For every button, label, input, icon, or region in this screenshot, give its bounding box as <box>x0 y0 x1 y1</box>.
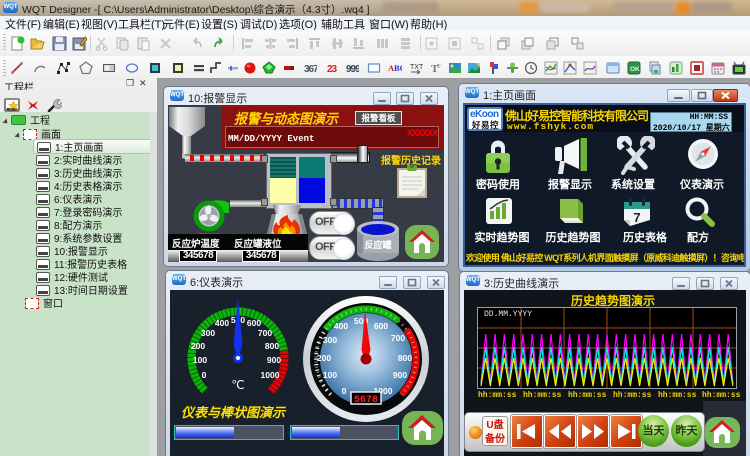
svg-text:900: 900 <box>267 355 281 365</box>
svg-text:200: 200 <box>191 341 205 351</box>
svg-text:600: 600 <box>247 318 261 328</box>
svg-text:OK: OK <box>630 66 640 73</box>
svg-text:367: 367 <box>304 64 317 75</box>
svg-text:5678: 5678 <box>354 395 378 406</box>
svg-text:300: 300 <box>201 328 215 338</box>
svg-text:300: 300 <box>323 335 337 345</box>
svg-text:BC: BC <box>394 63 402 73</box>
svg-text:600: 600 <box>374 321 388 331</box>
svg-text:℃: ℃ <box>231 378 244 392</box>
svg-text:700: 700 <box>258 328 272 338</box>
svg-text:T: T <box>437 64 441 70</box>
svg-text:900: 900 <box>393 370 407 380</box>
svg-text:400: 400 <box>334 321 348 331</box>
svg-text:23: 23 <box>327 64 338 75</box>
svg-text:反应罐: 反应罐 <box>364 239 391 250</box>
svg-text:700: 700 <box>391 333 405 343</box>
svg-text:200: 200 <box>317 353 331 363</box>
svg-text:100: 100 <box>323 370 337 380</box>
svg-text:800: 800 <box>265 341 279 351</box>
svg-text:400: 400 <box>215 318 229 328</box>
svg-text:999: 999 <box>346 64 359 75</box>
svg-text:0: 0 <box>342 386 347 396</box>
svg-text:1000: 1000 <box>261 370 280 380</box>
svg-text:0: 0 <box>202 370 207 380</box>
svg-text:800: 800 <box>398 353 412 363</box>
svg-text:TXT: TXT <box>410 64 423 71</box>
svg-text:7: 7 <box>633 210 640 225</box>
svg-text:100: 100 <box>193 355 207 365</box>
